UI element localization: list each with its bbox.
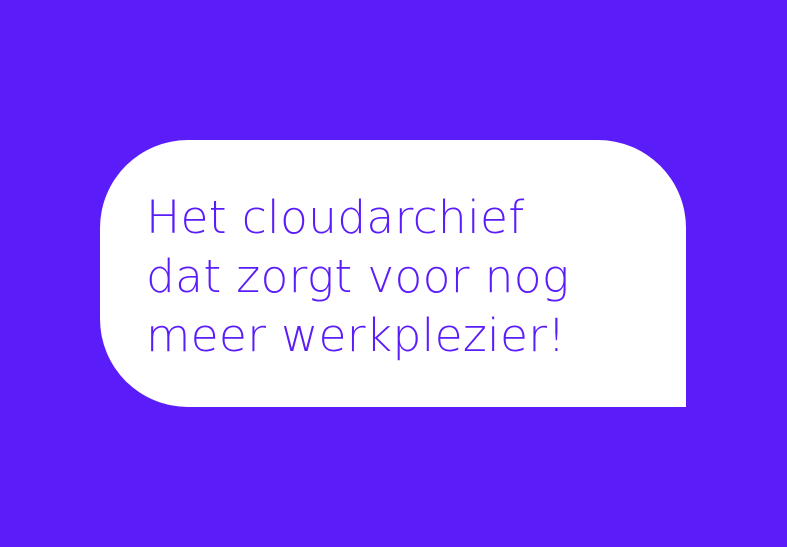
headline-line-2: dat zorgt voor nog [146,250,570,303]
promo-banner: Het cloudarchief dat zorgt voor nog meer… [0,0,787,547]
headline: Het cloudarchief dat zorgt voor nog meer… [146,188,666,365]
headline-line-1: Het cloudarchief [146,191,525,244]
headline-line-3: meer werkplezier! [146,309,566,362]
